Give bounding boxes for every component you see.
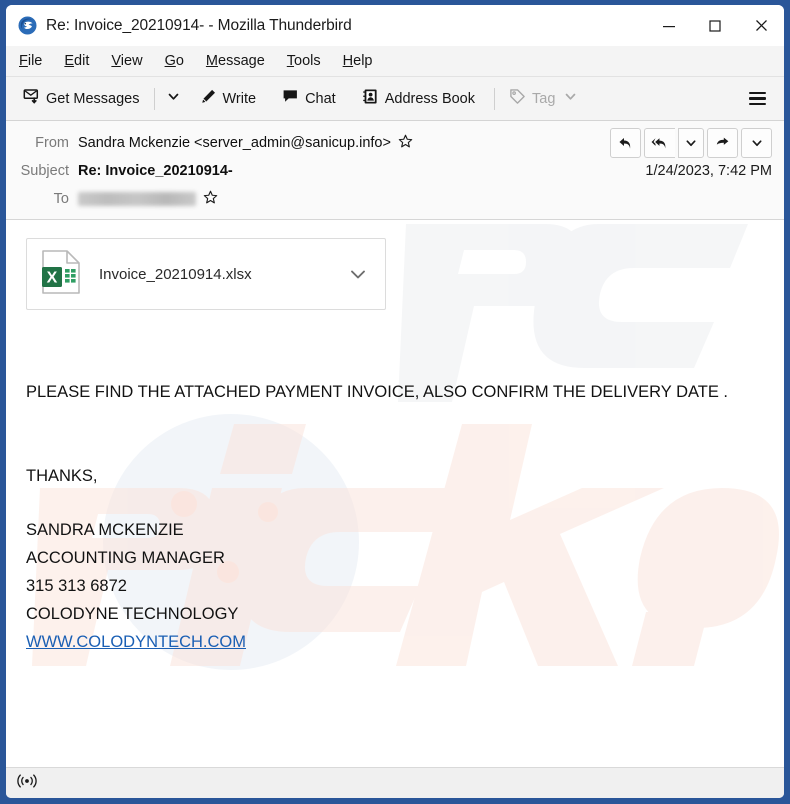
reply-all-button[interactable] [644,128,675,158]
chat-bubble-icon [282,88,299,109]
from-value: Sandra Mckenzie <server_admin@sanicup.in… [78,134,413,153]
subject-value: Re: Invoice_20210914- [78,163,233,179]
tag-icon [509,88,526,109]
reply-button[interactable] [610,128,641,158]
close-button[interactable] [738,5,784,46]
subject-label: Subject [20,163,69,179]
star-outline-icon[interactable] [398,134,413,153]
chat-label: Chat [305,90,336,107]
body-closing: THANKS, [26,467,98,485]
attachment-filename: Invoice_20210914.xlsx [99,265,252,283]
attachment-item[interactable]: X Invoice_20210914.xlsx [26,238,386,310]
from-address-text: Sandra Mckenzie <server_admin@sanicup.in… [78,135,391,151]
signature-phone: 315 313 6872 [26,577,127,595]
thunderbird-logo-icon [18,16,37,35]
header-action-buttons [610,128,772,158]
message-text: PLEASE FIND THE ATTACHED PAYMENT INVOICE… [26,378,764,656]
header-row-subject: Subject Re: Invoice_20210914- 1/24/2023,… [6,157,784,185]
menu-item-tools[interactable]: Tools [287,53,321,69]
window-title: Re: Invoice_20210914- - Mozilla Thunderb… [46,16,352,34]
forward-button[interactable] [707,128,738,158]
address-book-icon [362,88,379,109]
get-messages-label: Get Messages [46,90,140,107]
chevron-down-icon [564,90,577,107]
write-label: Write [222,90,257,107]
chevron-down-icon [167,90,180,108]
menu-item-message[interactable]: Message [206,53,265,69]
get-messages-button[interactable]: Get Messages [16,84,147,113]
signature-company: COLODYNE TECHNOLOGY [26,605,239,623]
to-address-redacted [78,192,196,206]
more-actions-dropdown[interactable] [741,128,772,158]
message-date: 1/24/2023, 7:42 PM [645,163,772,179]
menu-item-help[interactable]: Help [343,53,373,69]
menu-item-go[interactable]: Go [165,53,184,69]
signature-name: SANDRA MCKENZIE [26,521,184,539]
menu-bar: File Edit View Go Message Tools Help [6,46,784,77]
window-inner: Re: Invoice_20210914- - Mozilla Thunderb… [6,5,784,798]
reply-all-dropdown[interactable] [678,128,704,158]
svg-text:X: X [47,269,58,286]
toolbar-divider-1 [153,87,155,110]
to-label: To [53,191,69,207]
attachment-expand-button[interactable] [341,263,375,285]
address-book-label: Address Book [384,90,475,107]
toolbar-divider-2 [494,87,495,110]
minimize-button[interactable] [646,5,692,46]
write-button[interactable]: Write [193,84,264,113]
from-label: From [35,135,69,151]
tag-label: Tag [532,90,556,107]
signature-title: ACCOUNTING MANAGER [26,549,225,567]
excel-file-icon: X [41,249,81,300]
get-messages-icon [23,88,40,109]
window-controls [646,5,784,46]
address-book-button[interactable]: Address Book [355,84,482,113]
to-value [78,190,218,209]
hamburger-menu-icon[interactable] [741,87,774,110]
maximize-button[interactable] [692,5,738,46]
message-header: From Sandra Mckenzie <server_admin@sanic… [6,121,784,220]
menu-item-edit[interactable]: Edit [64,53,89,69]
status-bar [6,767,784,798]
body-spacer-1 [26,406,764,462]
message-body: X Invoice_20210914.xlsx PLEASE FIND THE … [6,220,784,767]
main-toolbar: Get Messages Write Chat Address Book Tag [6,77,784,121]
menu-item-view[interactable]: View [111,53,142,69]
pencil-icon [200,88,217,109]
menu-item-file[interactable]: File [19,53,42,69]
tag-button[interactable]: Tag [502,84,584,113]
chat-button[interactable]: Chat [275,84,343,113]
body-content: X Invoice_20210914.xlsx PLEASE FIND THE … [6,220,784,656]
thunderbird-window: Re: Invoice_20210914- - Mozilla Thunderb… [0,0,790,804]
body-spacer-2 [26,490,764,516]
body-paragraph-1: PLEASE FIND THE ATTACHED PAYMENT INVOICE… [26,383,729,401]
star-outline-icon[interactable] [203,190,218,209]
header-row-to: To [6,185,784,213]
network-activity-icon [17,773,37,794]
get-messages-dropdown[interactable] [162,86,185,112]
signature-website-link[interactable]: WWW.COLODYNTECH.COM [26,633,246,651]
title-bar: Re: Invoice_20210914- - Mozilla Thunderb… [6,5,784,46]
